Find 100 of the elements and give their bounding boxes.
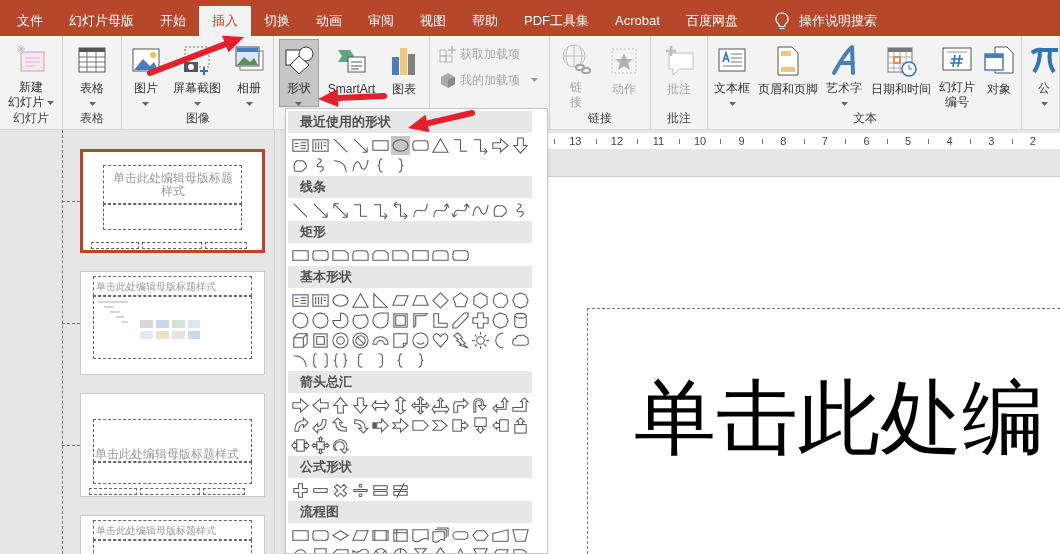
cube-icon [439,71,457,89]
shape-icon[interactable] [330,310,350,330]
shape-icon[interactable] [290,330,310,350]
shape-icon[interactable] [330,415,350,435]
ribbon-tab[interactable]: 审阅 [355,6,407,36]
shape-icon[interactable] [430,395,450,415]
shape-icon[interactable] [310,310,330,330]
ribbon-button[interactable]: 文本框 [710,39,755,107]
section-header: 流程图 [288,501,532,523]
ribbon-tab[interactable]: 切换 [251,6,303,36]
slide-thumbnail[interactable]: 单击此处编辑母版标题样式 [80,271,265,375]
shape-icon[interactable] [350,395,370,415]
ribbon-tab[interactable]: 帮助 [459,6,511,36]
shape-icon[interactable] [450,330,470,350]
shape-icon[interactable] [410,310,430,330]
grid-plus-icon [439,45,457,63]
ribbon-button[interactable]: 幻灯片 编号 [934,39,979,107]
slide-title: 单击此处编 [634,377,1045,459]
ruler-number: 7 [820,133,829,149]
ribbon-button[interactable]: 艺术字 [822,39,867,107]
slide-thumbnail[interactable]: 单击此处编辑母版标题样式 [80,393,265,497]
ribbon-button[interactable]: 形状 [278,39,319,107]
caret-icon [1040,102,1048,106]
ribbon-button[interactable]: 日期和时间 [866,39,935,107]
shape-icon[interactable] [510,290,530,310]
shape-icon[interactable] [390,135,410,155]
shape-icon[interactable] [510,135,530,155]
shape-icon[interactable] [490,310,510,330]
shape-icon[interactable] [430,525,450,545]
shape-icon[interactable] [410,330,430,350]
ribbon-tab[interactable]: 开始 [147,6,199,36]
ribbon-tab[interactable]: 插入 [199,6,251,36]
shape-icon[interactable] [350,330,370,350]
ribbon-button[interactable]: 屏幕截图 [169,39,226,107]
shape-icon[interactable] [390,480,410,500]
ribbon-tab[interactable]: 动画 [303,6,355,36]
ribbon-tab[interactable]: 文件 [4,6,56,36]
ribbon-tab[interactable]: 幻灯片母版 [56,6,147,36]
shape-icon[interactable] [310,350,330,370]
shapes-icon [282,44,315,76]
shape-icon[interactable] [370,415,390,435]
ribbon-tab[interactable]: PDF工具集 [511,6,602,36]
shape-icon[interactable] [390,310,410,330]
shape-icon[interactable] [290,480,310,500]
shape-icon[interactable] [430,290,450,310]
shape-icon[interactable] [430,330,450,350]
group-label: 链接 [588,111,612,125]
window-page-icon [982,45,1015,77]
shape-icon[interactable] [310,330,330,350]
shape-icon[interactable] [490,135,510,155]
shape-icon[interactable] [470,395,490,415]
shape-icon[interactable] [450,290,470,310]
shape-icon[interactable] [350,290,370,310]
shape-icon[interactable] [310,395,330,415]
shape-icon[interactable] [470,310,490,330]
ribbon-button[interactable]: 公 [1024,39,1059,107]
ribbon-button[interactable]: 相册 [229,39,270,107]
ruler-number: 13 [568,133,583,149]
shape-icon[interactable] [330,200,350,220]
shape-icon[interactable] [430,135,450,155]
footer-placeholder [89,488,137,495]
ribbon-button[interactable]: SmartArt [323,39,380,107]
shape-icon[interactable] [290,395,310,415]
shape-icon[interactable] [330,395,350,415]
ruler-number: 11 [651,133,666,149]
search-label[interactable]: 操作说明搜索 [798,11,877,31]
shape-icon[interactable] [390,330,410,350]
section-header: 公式形状 [288,456,532,478]
shape-icon[interactable] [490,290,510,310]
shape-icon[interactable] [470,290,490,310]
shape-icon[interactable] [490,395,510,415]
ribbon-button[interactable]: 表格 [72,39,112,107]
shape-icon[interactable] [510,395,530,415]
ribbon-tab[interactable]: 百度网盘 [672,6,751,36]
ribbon-button[interactable]: 页眉和页脚 [754,39,823,107]
ribbon-tab[interactable]: Acrobat [602,6,673,36]
shape-icon[interactable] [310,435,330,455]
shape-icon[interactable] [410,395,430,415]
shape-icon[interactable] [370,310,390,330]
slide-thumbnail[interactable]: 单击此处编辑母版标题样式 [80,149,265,253]
caret-icon [245,102,253,106]
shape-icon[interactable] [370,290,390,310]
table-icon [76,44,108,76]
group-label: 图像 [185,111,210,125]
shape-icon[interactable] [450,310,470,330]
ribbon-button[interactable]: 图表 [384,39,425,107]
lightbulb-icon [774,12,789,30]
ribbon-button[interactable]: 对象 [978,39,1019,107]
ribbon-button[interactable]: 图片 [125,39,166,107]
shape-icon[interactable] [330,330,350,350]
footer-placeholder [140,488,200,495]
ribbon-tab[interactable]: 视图 [407,6,459,36]
shape-icon[interactable] [430,310,450,330]
shape-icon[interactable] [450,395,470,415]
slide-thumbnail[interactable]: 单击此处编辑母版标题样式 [80,515,265,554]
ribbon-button[interactable]: 新建 幻灯片 [4,39,58,107]
shape-icon[interactable] [290,310,310,330]
shape-icon[interactable] [390,415,410,435]
shape-icon[interactable] [470,330,490,350]
caret-icon [531,78,538,82]
